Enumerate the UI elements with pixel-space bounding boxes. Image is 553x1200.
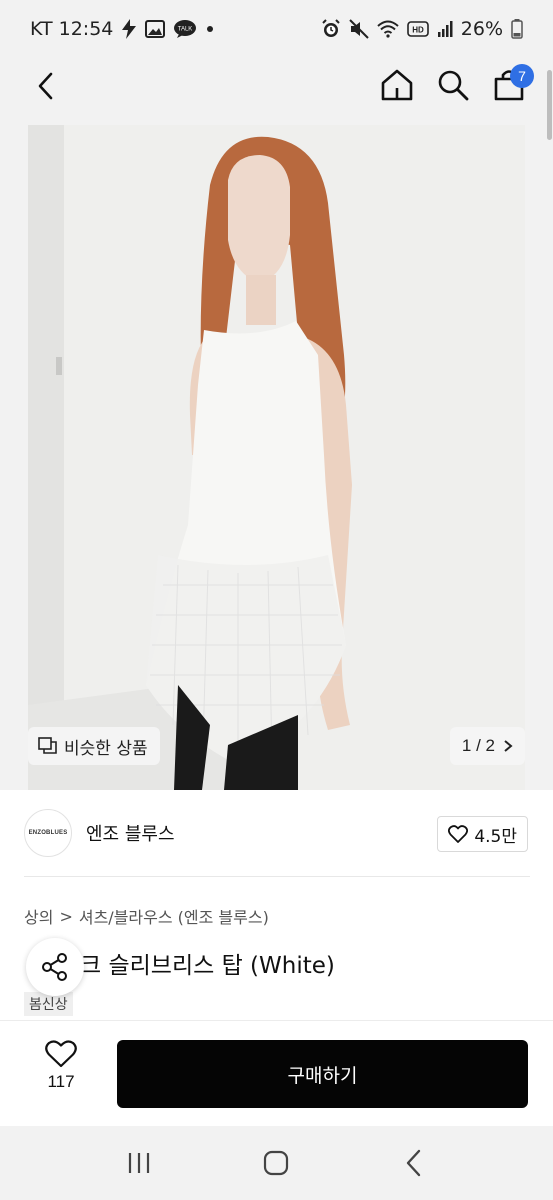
recent-apps-button[interactable] [109,1138,169,1188]
system-nav-bar [0,1126,553,1200]
home-button[interactable] [376,64,418,106]
brand-logo[interactable]: ENZOBLUES [24,809,72,857]
season-tag: 봄신상 [24,992,73,1016]
page-indicator-text: 1 / 2 [461,736,495,755]
heart-icon [45,1040,77,1068]
gallery-icon [145,20,166,38]
status-bar: KT 12:54 TALK HD 26% [0,0,553,58]
recent-apps-icon [128,1153,149,1173]
home-nav-button[interactable] [246,1138,306,1188]
purchase-action-bar: 117 구매하기 [0,1022,553,1126]
brand-name[interactable]: 엔조 블루스 [86,820,175,846]
search-icon [438,70,469,101]
share-button[interactable] [26,938,84,996]
mute-icon [349,19,369,39]
similar-products-label: 비슷한 상품 [64,738,148,759]
status-left: KT 12:54 TALK [30,18,215,40]
brand-like-count: 4.5만 [474,826,517,847]
image-page-indicator[interactable]: 1 / 2 [449,727,525,765]
wifi-icon [377,20,399,38]
bolt-icon [121,19,137,39]
similar-items-icon [38,737,57,754]
hd-icon: HD [406,21,429,37]
brand-row[interactable]: ENZOBLUES 엔조 블루스 4.5만 [24,808,530,858]
scrollbar-thumb[interactable] [547,70,552,140]
brand-like-button[interactable]: 4.5만 [437,816,528,852]
divider [0,1020,553,1021]
similar-products-button[interactable]: 비슷한 상품 [28,727,160,765]
product-title-text: 크 슬리브리스 탑 (White) [80,953,335,979]
share-icon [42,953,67,981]
battery-icon [511,19,523,39]
carrier-time: KT 12:54 [30,18,114,40]
wishlist-button[interactable]: 117 [30,1040,92,1104]
svg-text:HD: HD [412,26,424,35]
battery-percent: 26% [460,18,503,40]
alarm-icon [321,19,341,39]
dot-icon [205,24,215,34]
product-photo [28,125,525,790]
cart-count-badge: 7 [510,64,534,88]
breadcrumb-category[interactable]: 상의 [24,904,53,928]
search-button[interactable] [432,64,474,106]
breadcrumb: 상의 > 셔츠/블라우스 (엔조 블루스) [24,904,269,928]
breadcrumb-separator: > [59,906,73,926]
status-right: HD 26% [321,18,523,40]
product-image-carousel[interactable]: 비슷한 상품 1 / 2 [28,125,525,790]
svg-text:TALK: TALK [178,27,193,33]
talk-icon: TALK [173,19,197,39]
chevron-left-icon [38,72,53,100]
buy-button[interactable]: 구매하기 [117,1040,528,1108]
app-header: 7 [0,58,553,118]
home-icon [381,69,413,101]
back-nav-button[interactable] [384,1138,444,1188]
heart-icon [448,825,469,843]
back-button[interactable] [26,66,66,106]
home-nav-icon [264,1150,289,1176]
wishlist-count: 117 [47,1072,75,1091]
back-nav-icon [406,1149,421,1177]
chevron-right-icon [504,740,513,752]
divider [24,876,530,877]
cart-button[interactable]: 7 [488,64,534,106]
breadcrumb-subcategory[interactable]: 셔츠/블라우스 (엔조 블루스) [79,904,269,928]
signal-icon [437,20,453,38]
